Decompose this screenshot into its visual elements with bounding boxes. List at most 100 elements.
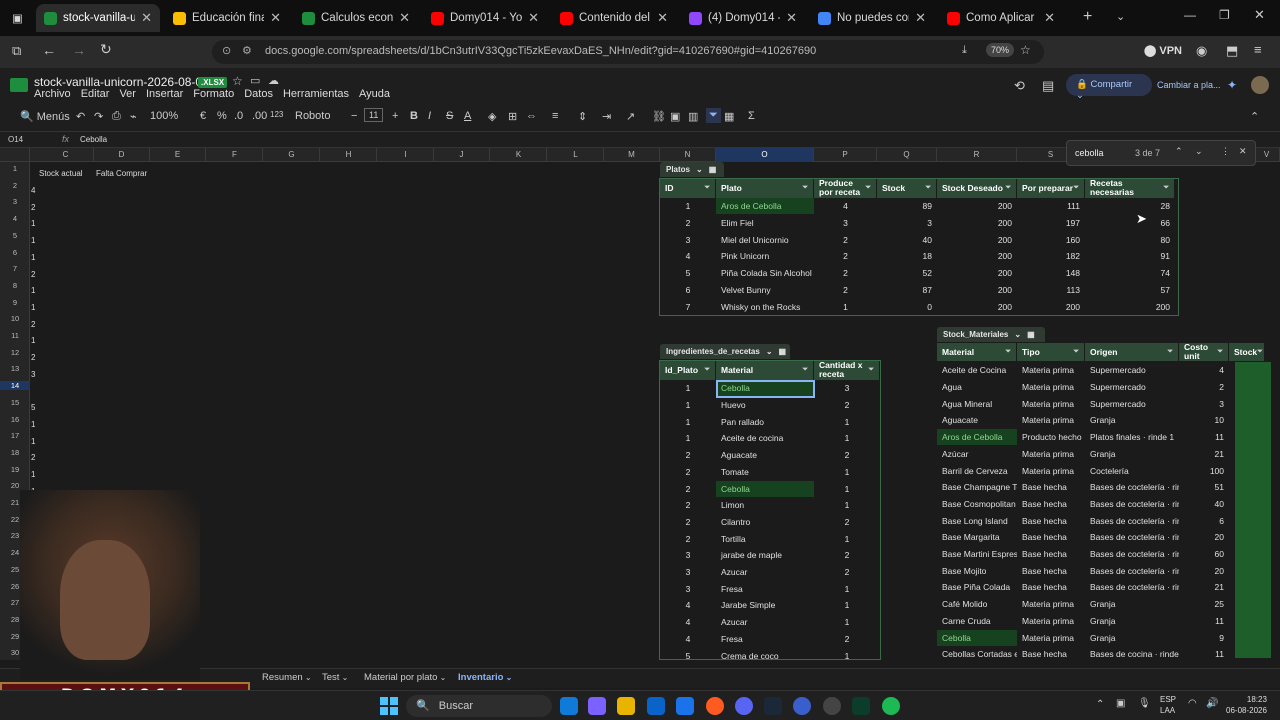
- table-cell[interactable]: 2: [660, 464, 716, 480]
- table-cell[interactable]: 3: [660, 581, 716, 597]
- terminal-icon[interactable]: [852, 697, 870, 715]
- table-cell[interactable]: 2: [814, 631, 880, 647]
- table-cell[interactable]: 4: [814, 198, 877, 214]
- column-header[interactable]: I: [378, 148, 434, 162]
- row-header[interactable]: 10: [0, 314, 30, 323]
- table-cell[interactable]: Supermercado: [1085, 362, 1179, 378]
- filter-icon[interactable]: ⏷: [1167, 348, 1173, 356]
- table-cell[interactable]: Azúcar: [937, 446, 1017, 462]
- table-cell[interactable]: Bases de coctelería · rin: [1085, 496, 1179, 512]
- column-header-cell[interactable]: Origen ⏷: [1085, 343, 1179, 361]
- cell-value[interactable]: 5: [31, 403, 35, 412]
- table-cell[interactable]: 2: [660, 447, 716, 463]
- cell-value[interactable]: 2: [31, 453, 35, 462]
- column-header[interactable]: M: [604, 148, 660, 162]
- table-cell[interactable]: Aceite de cocina: [716, 430, 814, 446]
- menu-item[interactable]: Ayuda: [359, 88, 390, 100]
- table-cell[interactable]: 1: [814, 430, 880, 446]
- collapse-toolbar-icon[interactable]: ⌃: [1250, 110, 1259, 123]
- table-cell[interactable]: Agua Mineral: [937, 396, 1017, 412]
- table-cell[interactable]: 3: [1179, 396, 1229, 412]
- tab-close-icon[interactable]: ✕: [528, 10, 539, 26]
- cell-value[interactable]: 1: [31, 303, 35, 312]
- cell-value[interactable]: 1: [31, 420, 35, 429]
- table-row[interactable]: 2 Limon 1: [660, 497, 880, 514]
- copilot-icon[interactable]: [588, 697, 606, 715]
- column-header[interactable]: Q: [877, 148, 937, 162]
- column-header-cell[interactable]: Cantidad x receta ⏷: [814, 360, 880, 380]
- column-header[interactable]: D: [94, 148, 150, 162]
- table-cell[interactable]: 20: [1179, 563, 1229, 579]
- table-cell[interactable]: 2: [660, 497, 716, 513]
- browser-tab[interactable]: stock-vanilla-unicorn ✕: [36, 4, 160, 32]
- column-header-cell[interactable]: Plato ⏷: [716, 178, 814, 198]
- column-header-cell[interactable]: Costo unit ⏷: [1179, 343, 1229, 361]
- table-cell[interactable]: 40: [1179, 496, 1229, 512]
- tune-icon[interactable]: ⚙: [242, 44, 252, 57]
- decimal-increase-icon[interactable]: .00: [252, 110, 267, 122]
- chevron-down-icon[interactable]: ⌄: [1014, 330, 1021, 339]
- table-row[interactable]: 4 Jarabe Simple 1: [660, 597, 880, 614]
- spotify-icon[interactable]: [882, 697, 900, 715]
- find-more-icon[interactable]: ⋮: [1221, 146, 1230, 157]
- table-cell[interactable]: 1: [660, 397, 716, 413]
- table-cell[interactable]: Coctelería: [1085, 463, 1179, 479]
- tab-close-icon[interactable]: ✕: [657, 10, 668, 26]
- profile-icon[interactable]: ◉: [1196, 43, 1207, 59]
- minimize-icon[interactable]: —: [1184, 8, 1196, 22]
- table-cell[interactable]: Elim Fiel: [716, 215, 814, 231]
- filter-icon[interactable]: ⏷: [1005, 348, 1011, 356]
- column-header[interactable]: R: [937, 148, 1017, 162]
- table-cell[interactable]: 2: [814, 447, 880, 463]
- filter-icon[interactable]: ⏷: [925, 184, 931, 192]
- cloud-icon[interactable]: ☁: [268, 74, 279, 87]
- redo-icon[interactable]: ↷: [94, 110, 103, 123]
- row-header[interactable]: 20: [0, 481, 30, 490]
- tray-chevron-icon[interactable]: ⌃: [1096, 699, 1104, 710]
- volume-icon[interactable]: 🔊: [1206, 698, 1218, 709]
- table-cell[interactable]: 80: [1085, 232, 1175, 248]
- column-header-cell[interactable]: Id_Plato ⏷: [660, 360, 716, 380]
- text-color-icon[interactable]: A: [464, 110, 471, 122]
- table-row[interactable]: 3 Azucar 2: [660, 564, 880, 581]
- table-row[interactable]: Base Cosmopolitan Base hecha Bases de coct…: [937, 496, 1229, 513]
- column-header-cell[interactable]: Por preparar ⏷: [1017, 178, 1085, 198]
- table-cell[interactable]: 89: [877, 198, 937, 214]
- table-cell[interactable]: Azucar: [716, 564, 814, 580]
- close-window-icon[interactable]: ✕: [1254, 7, 1265, 23]
- table-cell[interactable]: 1: [814, 648, 880, 664]
- column-header-cell[interactable]: Stock ⏷: [1229, 343, 1265, 361]
- menu-item[interactable]: Formato: [193, 88, 234, 100]
- table-cell[interactable]: 2: [660, 531, 716, 547]
- table-cell[interactable]: Materia prima: [1017, 630, 1085, 646]
- table-row[interactable]: Aros de Cebolla Producto hecho Platos fina…: [937, 429, 1229, 446]
- tab-close-icon[interactable]: ✕: [1044, 10, 1055, 26]
- table-cell[interactable]: 1: [814, 299, 877, 315]
- table-cell[interactable]: Materia prima: [1017, 613, 1085, 629]
- wrap-icon[interactable]: ⇥: [602, 110, 611, 123]
- find-prev-icon[interactable]: ⌃: [1175, 146, 1183, 157]
- table-cell[interactable]: 9: [1179, 630, 1229, 646]
- table-cell[interactable]: 18: [877, 248, 937, 264]
- menu-item[interactable]: Herramientas: [283, 88, 349, 100]
- number-format-icon[interactable]: 123: [270, 110, 283, 119]
- zoom-select[interactable]: 100%: [150, 110, 178, 122]
- chart-icon[interactable]: ▥: [688, 110, 698, 123]
- column-header-cell[interactable]: Stock Deseado ⏷: [937, 178, 1017, 198]
- table-cell[interactable]: 21: [1179, 579, 1229, 595]
- table-cell[interactable]: jarabe de maple: [716, 547, 814, 563]
- row-header[interactable]: 5: [0, 231, 30, 240]
- table-cell[interactable]: Aceite de Cocina: [937, 362, 1017, 378]
- bookmark-star-icon[interactable]: ☆: [1020, 43, 1031, 57]
- column-header[interactable]: J: [434, 148, 490, 162]
- row-header[interactable]: 16: [0, 415, 30, 424]
- row-header[interactable]: 11: [0, 331, 30, 340]
- table-cell[interactable]: Materia prima: [1017, 362, 1085, 378]
- comment-icon[interactable]: ▣: [670, 110, 680, 123]
- menu-item[interactable]: Archivo: [34, 88, 71, 100]
- table-cell[interactable]: Supermercado: [1085, 379, 1179, 395]
- column-header[interactable]: L: [548, 148, 604, 162]
- table-cell[interactable]: 10: [1179, 412, 1229, 428]
- table-cell[interactable]: Base hecha: [1017, 546, 1085, 562]
- explorer-icon[interactable]: [617, 697, 635, 715]
